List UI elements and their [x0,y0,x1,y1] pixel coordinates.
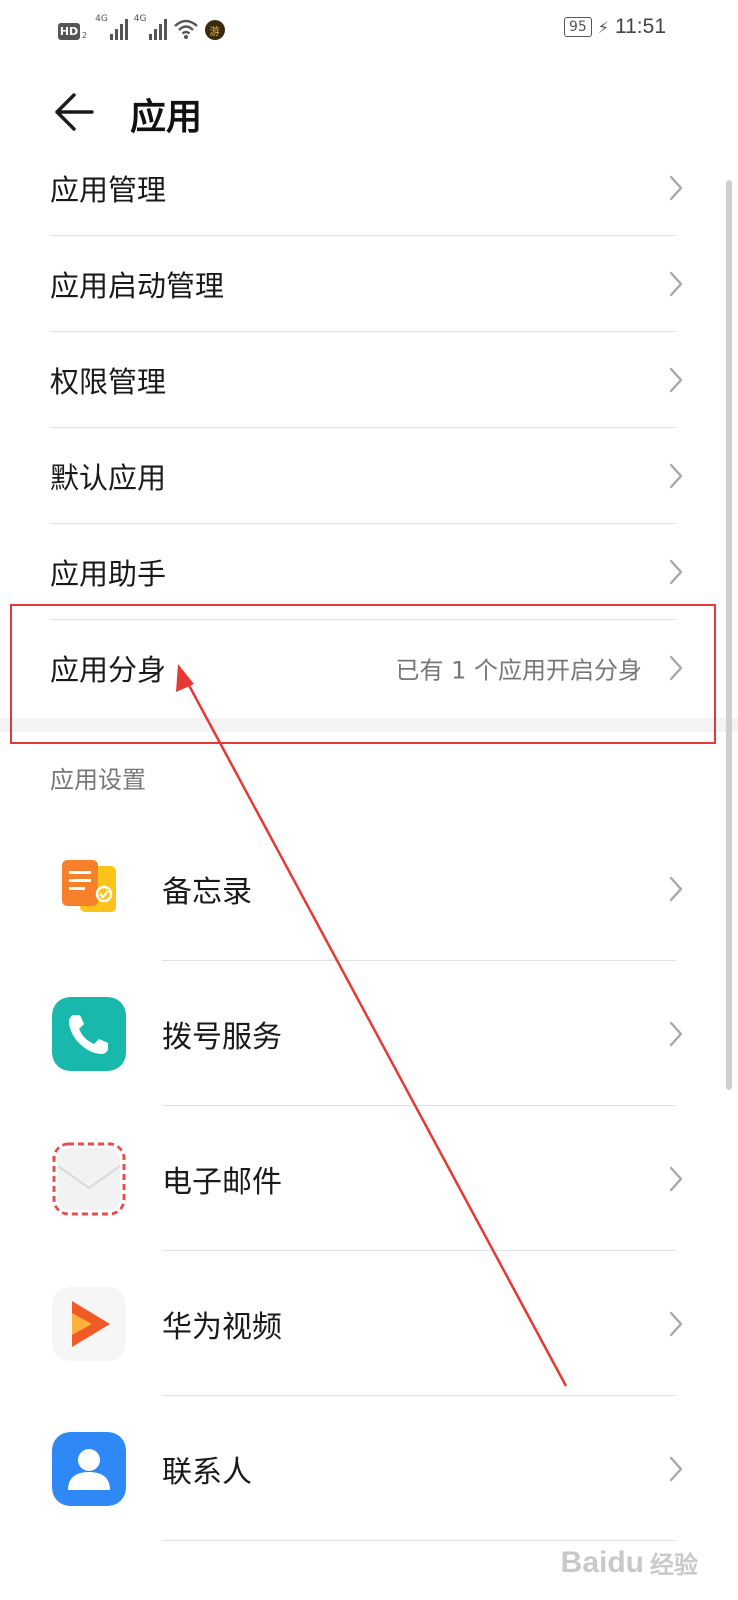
section-separator [0,718,738,732]
menu-item-label: 应用启动管理 [50,269,225,303]
app-item-notepad[interactable]: 备忘录 [0,816,738,961]
scrollbar[interactable] [726,180,732,1090]
chevron-right-icon [669,1311,683,1336]
wifi-icon [173,19,198,39]
chevron-right-icon [669,367,683,393]
menu-item-app-twin[interactable]: 应用分身 已有 1 个应用开启分身 [0,620,738,716]
hd-sim-index: 2 [82,31,88,40]
chevron-right-icon [669,655,683,681]
charging-icon: ⚡ [597,17,609,37]
phone-icon [52,996,126,1071]
status-bar-left: HD 2 4G 4G 游 [58,14,225,40]
menu-item-app-assistant[interactable]: 应用助手 [0,524,738,620]
chevron-right-icon [669,271,683,297]
signal-bars-icon [109,18,128,40]
watermark-brand: Baidu [560,1545,644,1579]
hd-voice-icon: HD [58,23,80,40]
app-name: 华为视频 [162,1309,282,1345]
network-type-label-2: 4G [133,14,147,24]
menu-item-app-management[interactable]: 应用管理 [0,140,738,236]
page-title: 应用 [130,97,203,138]
menu-item-label: 应用助手 [50,557,167,591]
video-play-icon [52,1286,126,1361]
back-arrow-icon [55,93,94,131]
menu-item-label: 应用分身 [50,653,167,687]
status-bar-right: 95 ⚡ 11:51 [563,14,666,40]
app-name: 联系人 [162,1454,252,1490]
divider [162,1540,676,1541]
notification-app-icon: 游 [204,20,225,40]
app-item-email[interactable]: 电子邮件 [0,1106,738,1251]
app-settings-list: 备忘录 拨号服务 电子邮件 华为视频 联系人 [0,816,738,1541]
menu-item-default-apps[interactable]: 默认应用 [0,428,738,524]
status-bar: HD 2 4G 4G 游 95 ⚡ 11:51 [0,0,738,56]
app-item-huawei-video[interactable]: 华为视频 [0,1251,738,1396]
menu-item-label: 应用管理 [50,173,167,207]
chevron-right-icon [669,1166,683,1191]
chevron-right-icon [669,463,683,489]
settings-menu-list: 应用管理 应用启动管理 权限管理 默认应用 应用助手 应用分身 已有 1 个应用… [0,140,738,716]
menu-item-label: 默认应用 [50,461,167,495]
chevron-right-icon [669,1456,683,1481]
mail-icon [52,1142,126,1215]
app-item-dialer[interactable]: 拨号服务 [0,961,738,1106]
watermark-suffix: 经验 [650,1551,698,1579]
menu-item-app-launch-management[interactable]: 应用启动管理 [0,236,738,332]
contact-icon [52,1431,126,1506]
watermark: Baidu 经验 [561,1545,698,1580]
signal-bars-icon-2 [148,18,167,40]
app-name: 拨号服务 [162,1019,282,1055]
app-name: 备忘录 [162,874,252,910]
network-type-label: 4G [95,14,108,24]
menu-item-permission-management[interactable]: 权限管理 [0,332,738,428]
section-title: 应用设置 [50,766,146,794]
status-time: 11:51 [615,15,666,38]
notepad-icon [52,851,126,926]
app-item-contacts[interactable]: 联系人 [0,1396,738,1541]
battery-level: 95 [563,17,592,37]
menu-item-label: 权限管理 [50,365,167,399]
app-twin-status: 已有 1 个应用开启分身 [395,656,642,685]
chevron-right-icon [669,1021,683,1046]
back-button[interactable] [46,84,102,140]
chevron-right-icon [669,876,683,901]
chevron-right-icon [669,559,683,585]
chevron-right-icon [669,175,683,201]
app-name: 电子邮件 [162,1164,282,1200]
